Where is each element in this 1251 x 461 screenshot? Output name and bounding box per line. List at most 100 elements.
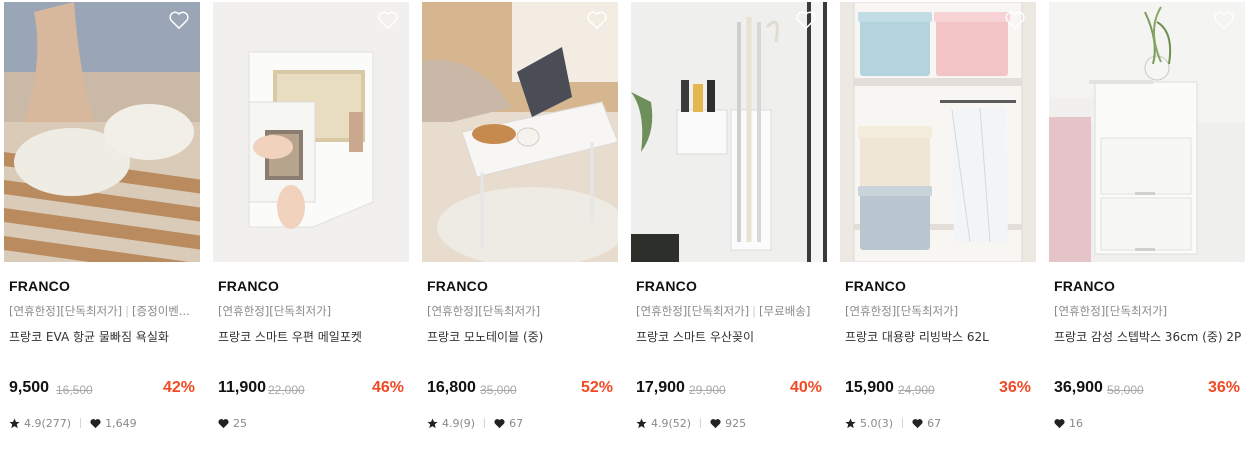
heart-icon [218, 418, 229, 428]
star-icon [636, 417, 647, 428]
star-icon [427, 417, 438, 428]
step-box-photo [1049, 2, 1245, 262]
price-row: 17,900 29,900 40% [636, 379, 822, 401]
product-name[interactable]: 프랑코 대용량 리빙박스 62L [845, 328, 1033, 345]
product-meta: 25 [218, 415, 247, 431]
wishlist-heart-icon[interactable] [586, 10, 608, 30]
promo-tag-text: [연휴한정][단독최저가] [845, 304, 959, 318]
rating-text: 4.9(52) [651, 416, 692, 430]
brand-name: FRANCO [218, 278, 280, 294]
wishlist-heart-icon[interactable] [795, 10, 817, 30]
brand-name: FRANCO [636, 278, 698, 294]
original-price: 29,900 [689, 383, 726, 397]
original-price: 58,000 [1107, 383, 1144, 397]
tag-separator: | [125, 304, 130, 318]
slippers-photo [4, 2, 200, 262]
promo-tag-text: [연휴한정][단독최저가] [218, 304, 332, 318]
product-name[interactable]: 프랑코 스마트 우산꽂이 [636, 328, 824, 345]
likes-group: 25 [218, 417, 247, 430]
product-name[interactable]: 프랑코 감성 스텝박스 36cm (중) 2P [1054, 328, 1242, 345]
heart-icon [710, 418, 721, 428]
sale-price: 17,900 [636, 379, 685, 396]
price-row: 36,900 58,000 36% [1054, 379, 1240, 401]
product-image[interactable] [1049, 2, 1245, 262]
product-image[interactable] [213, 2, 409, 262]
heart-icon [912, 418, 923, 428]
likes-group: 925 [710, 417, 746, 430]
product-meta: 16 [1054, 415, 1083, 431]
wishlist-heart-icon[interactable] [1004, 10, 1026, 30]
wishlist-heart-icon[interactable] [168, 10, 190, 30]
likes-group: 16 [1054, 417, 1083, 430]
promo-tag-extra: [증정이벤... [132, 304, 190, 318]
sale-price: 36,900 [1054, 379, 1103, 396]
discount-rate: 46% [371, 379, 404, 396]
product-name[interactable]: 프랑코 EVA 항균 물빠짐 욕실화 [9, 328, 197, 345]
meta-divider [484, 418, 486, 428]
product-name[interactable]: 프랑코 모노테이블 (중) [427, 328, 615, 345]
wishlist-heart-icon[interactable] [1213, 10, 1235, 30]
heart-icon [90, 418, 101, 428]
star-icon [845, 417, 856, 428]
product-card[interactable]: FRANCO [연휴한정][단독최저가] | [증정이벤... 프랑코 EVA 항균… [4, 2, 200, 457]
product-image[interactable] [4, 2, 200, 262]
meta-divider [80, 418, 82, 428]
product-image[interactable] [840, 2, 1036, 262]
promo-tag-text: [연휴한정][단독최저가] [1054, 304, 1168, 318]
rating-group: 4.9(52) [636, 417, 691, 430]
product-image[interactable] [631, 2, 827, 262]
product-meta: 4.9(277) 1,649 [9, 415, 137, 431]
product-card[interactable]: FRANCO [연휴한정][단독최저가] 프랑코 모노테이블 (중) 16,80… [422, 2, 618, 457]
price-row: 9,500 16,500 42% [9, 379, 195, 401]
star-icon [9, 417, 20, 428]
sale-price: 11,900 [218, 379, 267, 396]
promo-tag-text: [연휴한정][단독최저가] [636, 304, 750, 318]
likes-group: 1,649 [90, 417, 137, 430]
tag-separator: | [752, 304, 757, 318]
product-meta: 5.0(3) 67 [845, 415, 941, 431]
sale-price: 15,900 [845, 379, 894, 396]
living-box-photo [840, 2, 1036, 262]
brand-name: FRANCO [9, 278, 71, 294]
meta-divider [700, 418, 702, 428]
promo-tags: [연휴한정][단독최저가] [218, 303, 402, 319]
product-card[interactable]: FRANCO [연휴한정][단독최저가] 프랑코 대용량 리빙박스 62L 15… [840, 2, 1036, 457]
likes-count: 1,649 [105, 416, 137, 430]
promo-tags: [연휴한정][단독최저가] [845, 303, 1029, 319]
rating-text: 5.0(3) [860, 416, 894, 430]
price-row: 11,900 22,000 46% [218, 379, 404, 401]
wishlist-heart-icon[interactable] [377, 10, 399, 30]
product-card[interactable]: FRANCO [연휴한정][단독최저가] | [무료배송] 프랑코 스마트 우산꽂이… [631, 2, 827, 457]
price-row: 15,900 24,900 36% [845, 379, 1031, 401]
promo-tags: [연휴한정][단독최저가] | [무료배송] [636, 303, 820, 319]
umbrella-stand-photo [631, 2, 827, 262]
original-price: 22,000 [268, 383, 305, 397]
mono-table-photo [422, 2, 618, 262]
product-image[interactable] [422, 2, 618, 262]
rating-group: 4.9(9) [427, 417, 475, 430]
discount-rate: 40% [789, 379, 822, 396]
likes-count: 67 [509, 416, 524, 430]
promo-tags: [연휴한정][단독최저가] | [증정이벤... [9, 303, 193, 319]
discount-rate: 52% [580, 379, 613, 396]
sale-price: 16,800 [427, 379, 476, 396]
likes-count: 16 [1069, 416, 1083, 430]
likes-group: 67 [912, 417, 941, 430]
sale-price: 9,500 [9, 379, 50, 396]
promo-tag-extra: [무료배송] [759, 304, 811, 318]
likes-group: 67 [494, 417, 523, 430]
product-card[interactable]: FRANCO [연휴한정][단독최저가] 프랑코 감성 스텝박스 36cm (중… [1049, 2, 1245, 457]
brand-name: FRANCO [427, 278, 489, 294]
rating-text: 4.9(277) [24, 416, 72, 430]
heart-icon [1054, 418, 1065, 428]
rating-group: 4.9(277) [9, 417, 71, 430]
discount-rate: 36% [998, 379, 1031, 396]
product-card[interactable]: FRANCO [연휴한정][단독최저가] 프랑코 스마트 우편 메일포켓 11,… [213, 2, 409, 457]
brand-name: FRANCO [1054, 278, 1116, 294]
discount-rate: 36% [1207, 379, 1240, 396]
rating-text: 4.9(9) [442, 416, 476, 430]
price-row: 16,800 35,000 52% [427, 379, 613, 401]
brand-name: FRANCO [845, 278, 907, 294]
product-name[interactable]: 프랑코 스마트 우편 메일포켓 [218, 328, 406, 345]
promo-tags: [연휴한정][단독최저가] [427, 303, 611, 319]
